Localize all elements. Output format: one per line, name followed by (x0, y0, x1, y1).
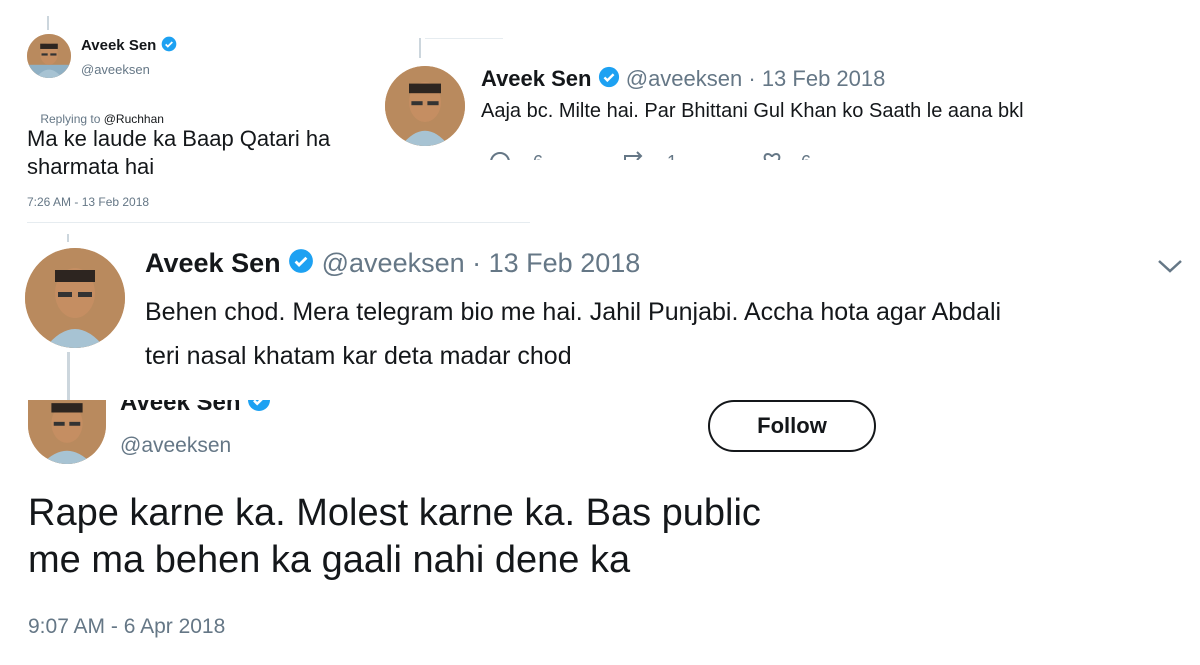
avatar[interactable] (25, 248, 125, 348)
tweet-card-3: Aveek Sen @aveeksen · 13 Feb 2018 Behen … (0, 228, 1200, 400)
tweet-card-4: Aveek Sen @aveeksen Follow Rape karne ka… (0, 400, 1200, 665)
display-name[interactable]: Aveek Sen (120, 400, 241, 416)
tweet-text: Rape karne ka. Molest karne ka. Bas publ… (28, 492, 761, 581)
tweet-timestamp[interactable]: 9:07 AM - 6 Apr 2018 (28, 615, 225, 639)
user-handle[interactable]: @aveeksen (322, 248, 465, 278)
like-count: 6 (801, 152, 811, 160)
tweet-text: Behen chod. Mera telegram bio me hai. Ja… (145, 298, 1002, 370)
retweet-count: 1 (667, 152, 677, 160)
follow-button[interactable]: Follow (708, 400, 876, 452)
display-name-text[interactable]: Aveek Sen (81, 37, 156, 54)
replying-to-link[interactable]: @Ruchhan (104, 112, 164, 126)
divider (27, 222, 530, 223)
user-handle[interactable]: @aveeksen (120, 434, 231, 458)
reply-count: 6 (533, 152, 543, 160)
verified-badge-icon (161, 36, 177, 56)
chevron-down-icon[interactable] (1156, 256, 1184, 276)
retweet-icon[interactable] (621, 150, 651, 160)
tweet-header: Aveek Sen @aveeksen · 13 Feb 2018 (145, 248, 640, 281)
display-name[interactable]: Aveek Sen (481, 66, 591, 91)
display-name[interactable]: Aveek Sen (145, 248, 281, 278)
user-handle[interactable]: @aveeksen (81, 62, 150, 77)
tweet-date[interactable]: · 13 Feb 2018 (748, 66, 885, 91)
replying-prefix: Replying to (40, 112, 104, 126)
thread-line (67, 234, 69, 242)
verified-badge-icon (288, 248, 314, 281)
tweet-date[interactable]: · 13 Feb 2018 (472, 248, 640, 278)
heart-icon[interactable] (759, 150, 785, 160)
tweet-header: Aveek Sen (120, 400, 271, 419)
tweet-timestamp[interactable]: 7:26 AM - 13 Feb 2018 (27, 195, 149, 209)
avatar[interactable] (385, 66, 465, 146)
thread-line (419, 38, 421, 58)
thread-line (47, 16, 49, 30)
user-handle[interactable]: @aveeksen (626, 66, 743, 91)
tweet-text: Aaja bc. Milte hai. Par Bhittani Gul Kha… (481, 100, 1024, 122)
thread-line (67, 352, 70, 400)
tweet-card-2: Aveek Sen @aveeksen · 13 Feb 2018 Aaja b… (375, 36, 1190, 160)
avatar[interactable] (27, 34, 71, 78)
verified-badge-icon (247, 400, 271, 419)
display-name[interactable]: Aveek Sen (81, 36, 177, 56)
avatar[interactable] (28, 400, 106, 464)
verified-badge-icon (598, 66, 620, 94)
divider (425, 38, 503, 39)
tweet-header: Aveek Sen @aveeksen · 13 Feb 2018 (481, 66, 885, 94)
reply-icon[interactable] (487, 150, 513, 160)
